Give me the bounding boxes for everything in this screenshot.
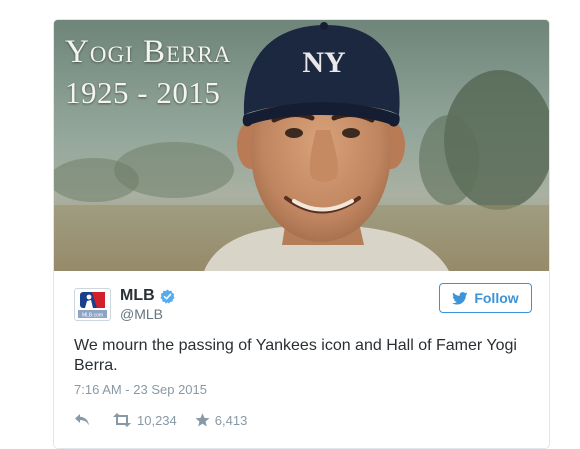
tweet-text: We mourn the passing of Yankees icon and…	[74, 337, 517, 374]
verified-badge-icon	[160, 288, 175, 304]
mlb-logo-icon: MLB.com	[78, 292, 107, 319]
favorite-button[interactable]: 6,413	[195, 412, 248, 428]
favorite-count: 6,413	[214, 412, 248, 428]
tweet-actions: 10,234 6,413	[74, 411, 247, 429]
photo-years: 1925 - 2015	[65, 75, 221, 110]
retweet-count: 10,234	[137, 412, 177, 428]
star-icon	[195, 413, 210, 427]
author-handle[interactable]: @MLB	[120, 306, 163, 322]
tweet-timestamp[interactable]: 7:16 AM - 23 Sep 2015	[74, 382, 207, 397]
svg-text:MLB.com: MLB.com	[82, 313, 103, 319]
follow-label: Follow	[474, 290, 519, 306]
reply-button[interactable]	[74, 413, 90, 427]
avatar[interactable]: MLB.com	[74, 288, 111, 321]
follow-button[interactable]: Follow	[439, 283, 532, 313]
author-name-row[interactable]: MLB	[120, 286, 175, 306]
author-name[interactable]: MLB	[120, 287, 155, 305]
retweet-button[interactable]: 10,234	[112, 413, 177, 428]
tweet-card: NY Yogi Berra 1925 - 2015 MLB.com MLB @M…	[53, 19, 550, 449]
tweet-photo[interactable]: NY Yogi Berra 1925 - 2015	[54, 20, 549, 271]
reply-icon	[75, 414, 89, 426]
twitter-bird-icon	[452, 291, 468, 305]
photo-title: Yogi Berra	[65, 34, 232, 70]
yankees-cap-logo: NY	[302, 46, 346, 79]
retweet-icon	[113, 413, 131, 427]
